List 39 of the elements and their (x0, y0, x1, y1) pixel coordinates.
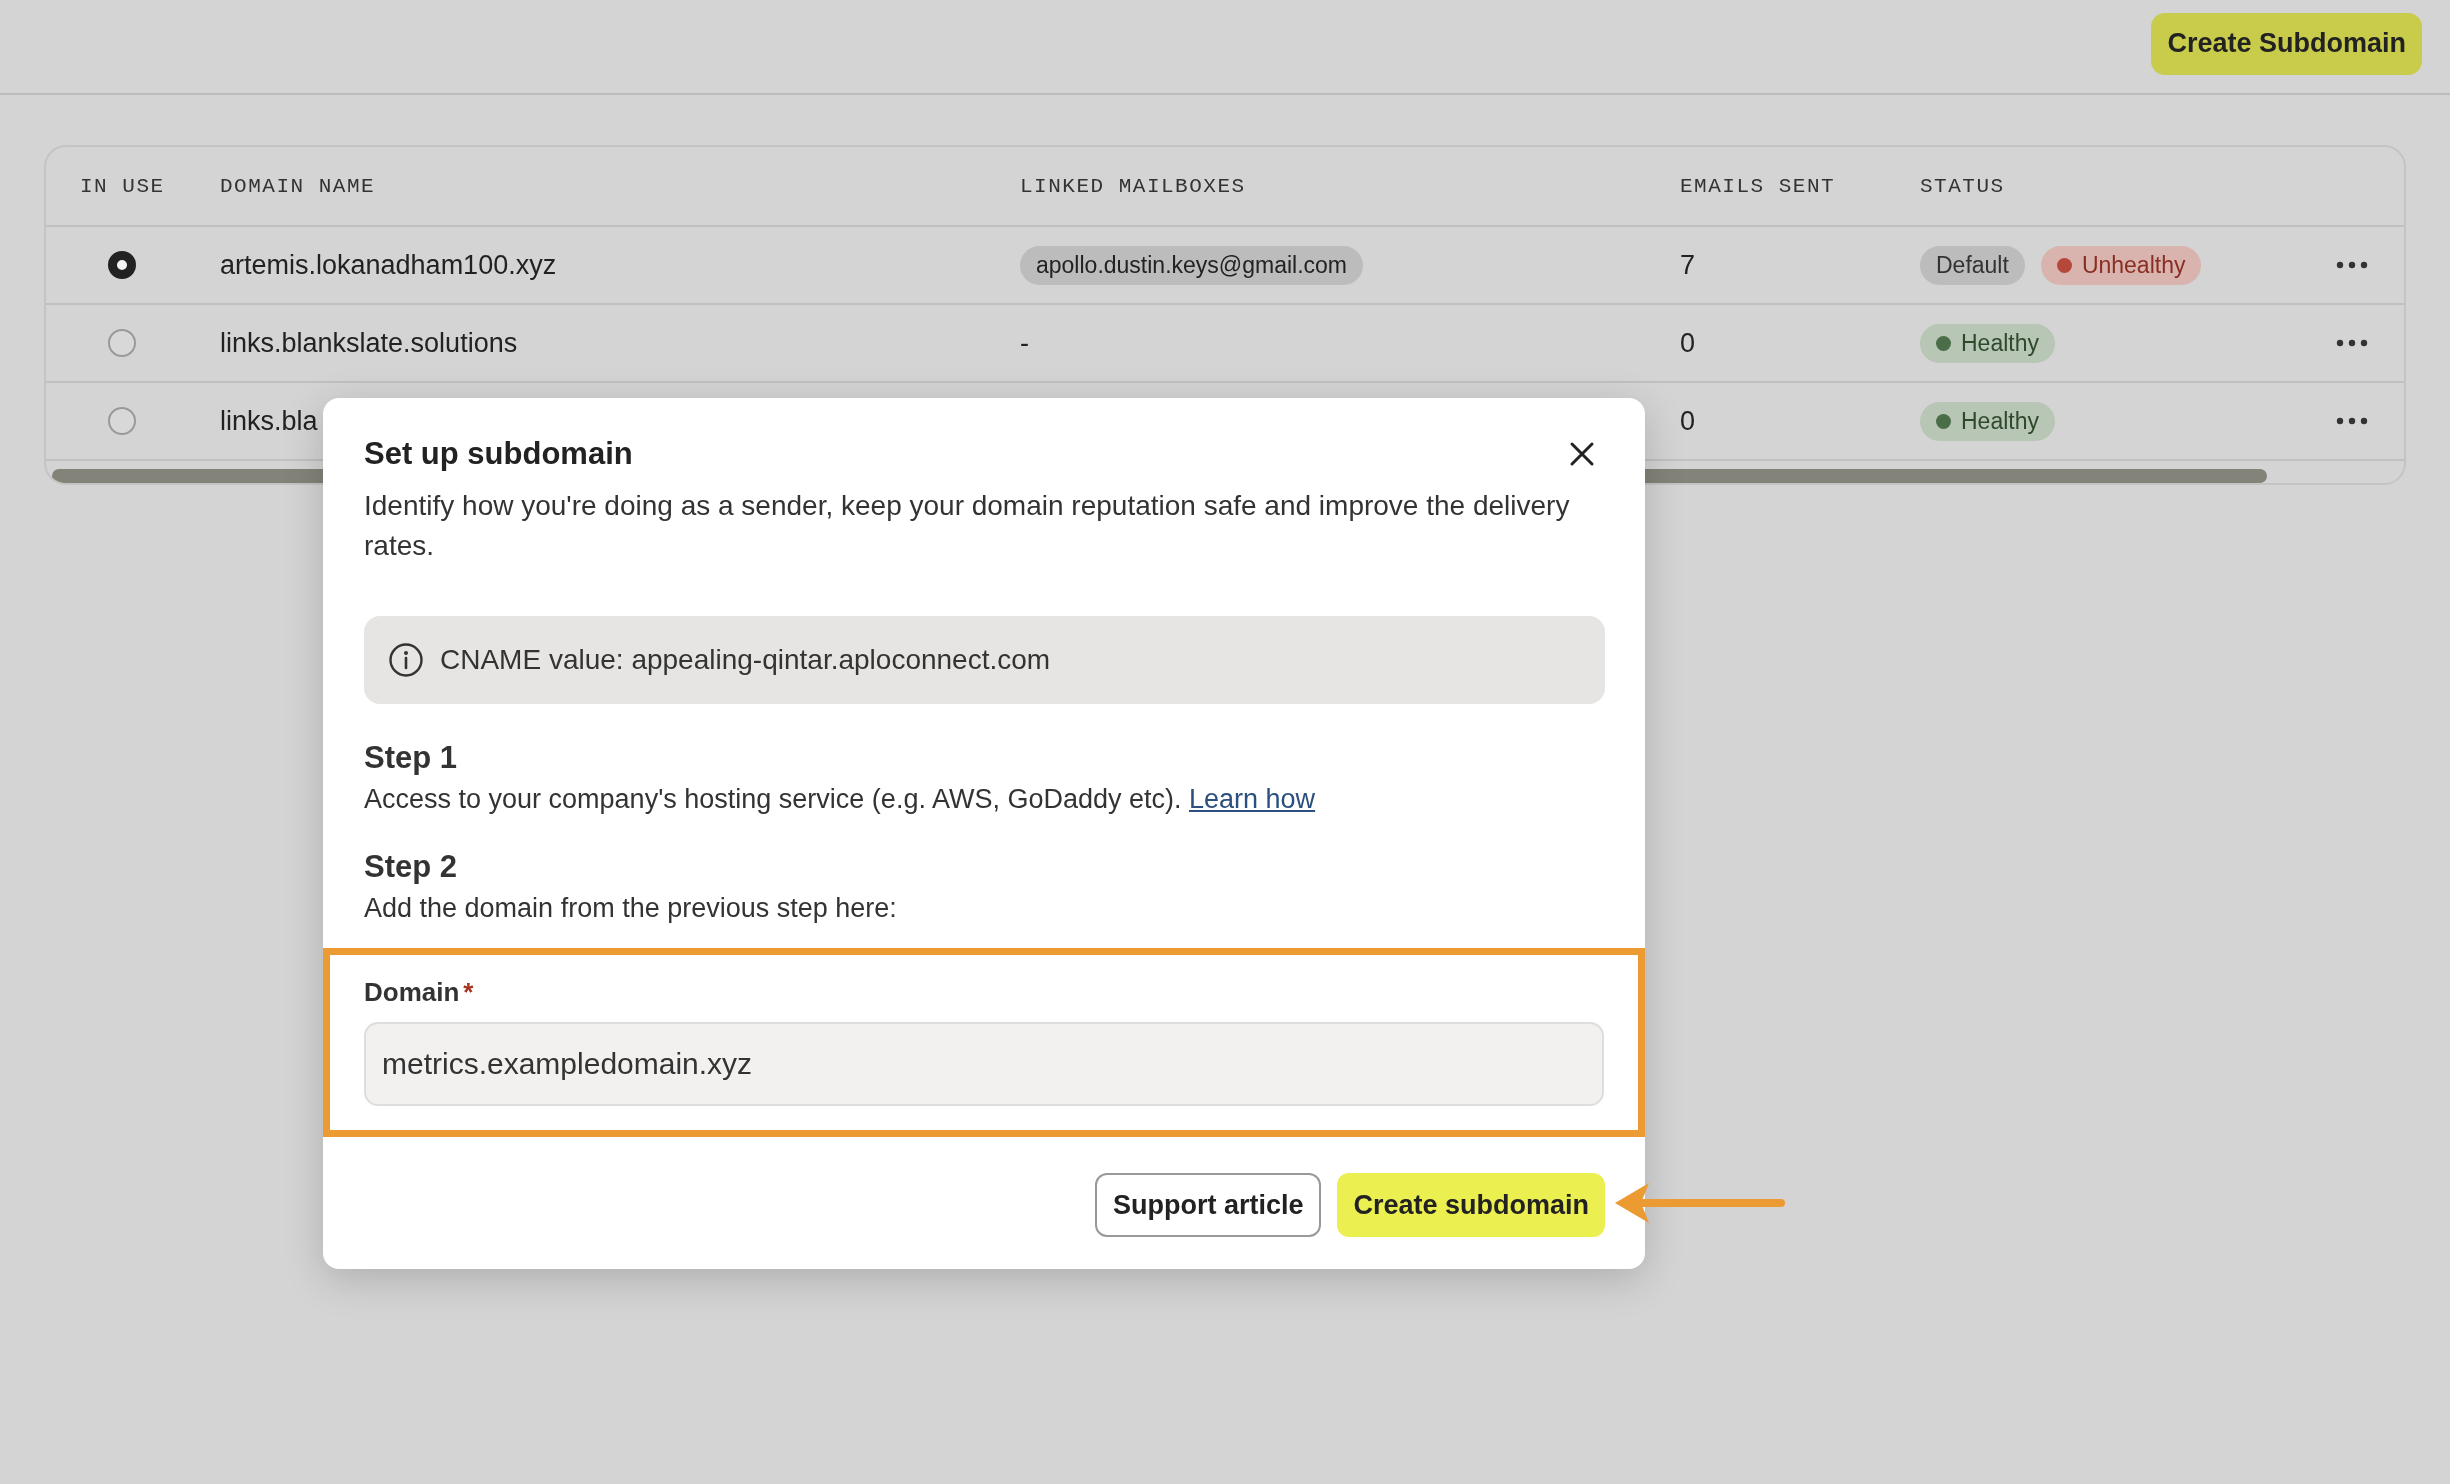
domain-input-field[interactable]: metrics.exampledomain.xyz (364, 1022, 1604, 1106)
learn-how-link[interactable]: Learn how (1189, 784, 1316, 814)
cname-value-text: CNAME value: appealing-qintar.aploconnect.com (440, 644, 1051, 676)
status-label: Healthy (1961, 329, 2039, 357)
dialog-title: Set up subdomain (364, 436, 633, 472)
radio-button[interactable] (108, 329, 136, 357)
more-icon[interactable] (2336, 339, 2368, 347)
more-icon[interactable] (2336, 261, 2368, 269)
emails-sent: 0 (1680, 327, 1696, 359)
create-subdomain-button[interactable]: Create Subdomain (2151, 12, 2422, 75)
domain-name: links.blankslate.solutions (220, 327, 518, 359)
status-label: Healthy (1961, 407, 2039, 435)
radio-button[interactable] (108, 251, 136, 279)
dialog-description: Identify how you're doing as a sender, keep your domain reputation safe and improve the delivery rates. (364, 489, 1571, 563)
emails-sent: 7 (1680, 249, 1696, 281)
step-description: Add the domain from the previous step here: (364, 893, 898, 924)
domain-name: artemis.lokanadham100.xyz (220, 249, 557, 281)
column-header: DOMAIN NAME (220, 174, 377, 198)
support-article-button[interactable]: Support article (1094, 1173, 1322, 1237)
emails-sent: 0 (1680, 405, 1696, 437)
status-label: Unhealthy (2081, 251, 2186, 279)
radio-button[interactable] (108, 407, 136, 435)
field-label: Domain (364, 977, 460, 1007)
info-icon (388, 642, 424, 678)
create-subdomain-button[interactable]: Create subdomain (1337, 1173, 1605, 1237)
column-header: STATUS (1920, 174, 2006, 198)
domain-name: links.bla (220, 405, 318, 437)
step-description: Access to your company's hosting service (e.g. AWS, GoDaddy etc). Learn how (364, 784, 1317, 815)
required-mark: * (463, 977, 474, 1007)
column-header: IN USE (79, 174, 166, 198)
mailbox-chip: apollo.dustin.keys@gmail.com (1020, 245, 1363, 285)
column-header: EMAILS SENT (1680, 174, 1837, 198)
more-icon[interactable] (2336, 417, 2368, 425)
step-title: Step 1 (364, 740, 459, 776)
close-icon[interactable] (1569, 441, 1595, 467)
status-label: Default (1936, 251, 2009, 279)
step-title: Step 2 (364, 849, 459, 885)
column-header: LINKED MAILBOXES (1020, 174, 1247, 198)
mailbox-text: - (1020, 327, 1029, 359)
